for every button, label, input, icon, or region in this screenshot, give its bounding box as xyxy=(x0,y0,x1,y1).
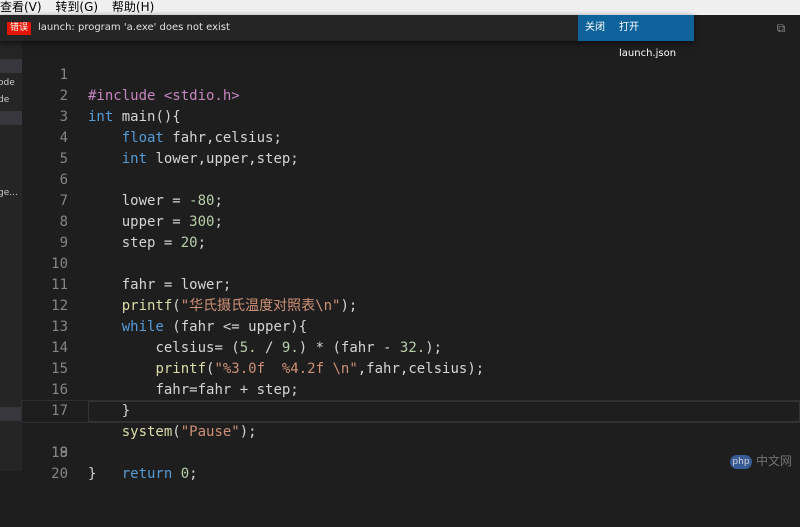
split-editor-icon[interactable]: ⧉ xyxy=(774,21,788,35)
code-line: 8 step = 20; xyxy=(22,191,800,251)
code-lines: 1 #include <stdio.h> 2 int main(){ 3 flo… xyxy=(21,44,800,482)
code-line: 11 printf("华氏摄氏温度对照表\n"); xyxy=(22,254,800,314)
notification-actions: 关闭 打开 launch.json xyxy=(578,15,694,59)
php-logo-icon: php xyxy=(729,454,752,469)
code-line: 16 } xyxy=(22,359,800,419)
menu-bar: 查看(V) 转到(G) 帮助(H) xyxy=(0,0,800,15)
code-line: 20 xyxy=(22,443,800,482)
sidebar-highlight xyxy=(0,59,22,73)
open-launch-json-button[interactable]: 打开 launch.json xyxy=(619,15,694,67)
code-line: 15 fahr=fahr + step; xyxy=(22,338,800,398)
code-line: 10 fahr = lower; xyxy=(22,233,800,293)
code-line: 5 xyxy=(22,128,800,167)
code-line: 14 printf("%3.0f %4.2f \n",fahr,celsius)… xyxy=(22,317,800,377)
sidebar-highlight xyxy=(0,407,22,421)
watermark: php 中文网 xyxy=(729,452,792,469)
error-badge: 错误 xyxy=(7,22,32,35)
code-token: } xyxy=(88,466,97,482)
code-line: 6 lower = -80; xyxy=(22,149,800,209)
code-line: 17 system("Pause"); xyxy=(22,380,800,440)
line-number: 20 xyxy=(51,466,68,482)
menu-help[interactable]: 帮助(H) xyxy=(112,0,154,15)
menu-goto[interactable]: 转到(G) xyxy=(55,0,98,15)
code-line: 4 int lower,upper,step; xyxy=(22,107,800,167)
current-line: 18 return 0; xyxy=(21,400,800,482)
code-line: 9 xyxy=(22,212,800,251)
code-line: 12 while (fahr <= upper){ xyxy=(22,275,800,335)
code-line: 2 int main(){ xyxy=(22,65,800,125)
code-line: 13 celsius= (5. / 9.) * (fahr - 32.); xyxy=(22,296,800,356)
sidebar-highlight xyxy=(0,111,22,125)
close-button[interactable]: 关闭 xyxy=(585,15,605,41)
watermark-text: 中文网 xyxy=(755,454,792,468)
sidebar-item[interactable]: ge... xyxy=(0,188,18,198)
code-line: 19 } xyxy=(22,422,800,482)
code-editor[interactable]: ⧉ 1 #include <stdio.h> 2 int main(){ 3 f… xyxy=(21,15,800,482)
sidebar: ode de ge... xyxy=(0,15,22,471)
sidebar-item[interactable]: de xyxy=(0,95,9,105)
code-line: 7 upper = 300; xyxy=(22,170,800,230)
error-notification: 错误 launch: program 'a.exe' does not exis… xyxy=(0,15,694,59)
current-line-highlight xyxy=(88,401,800,422)
code-token: 0 xyxy=(180,466,190,482)
menu-view[interactable]: 查看(V) xyxy=(0,0,42,15)
code-token: return xyxy=(121,466,173,482)
sidebar-item[interactable]: ode xyxy=(0,78,15,88)
notification-message: launch: program 'a.exe' does not exist xyxy=(38,22,230,33)
code-token: ; xyxy=(189,466,198,482)
code-line: 3 float fahr,celsius; xyxy=(22,86,800,146)
